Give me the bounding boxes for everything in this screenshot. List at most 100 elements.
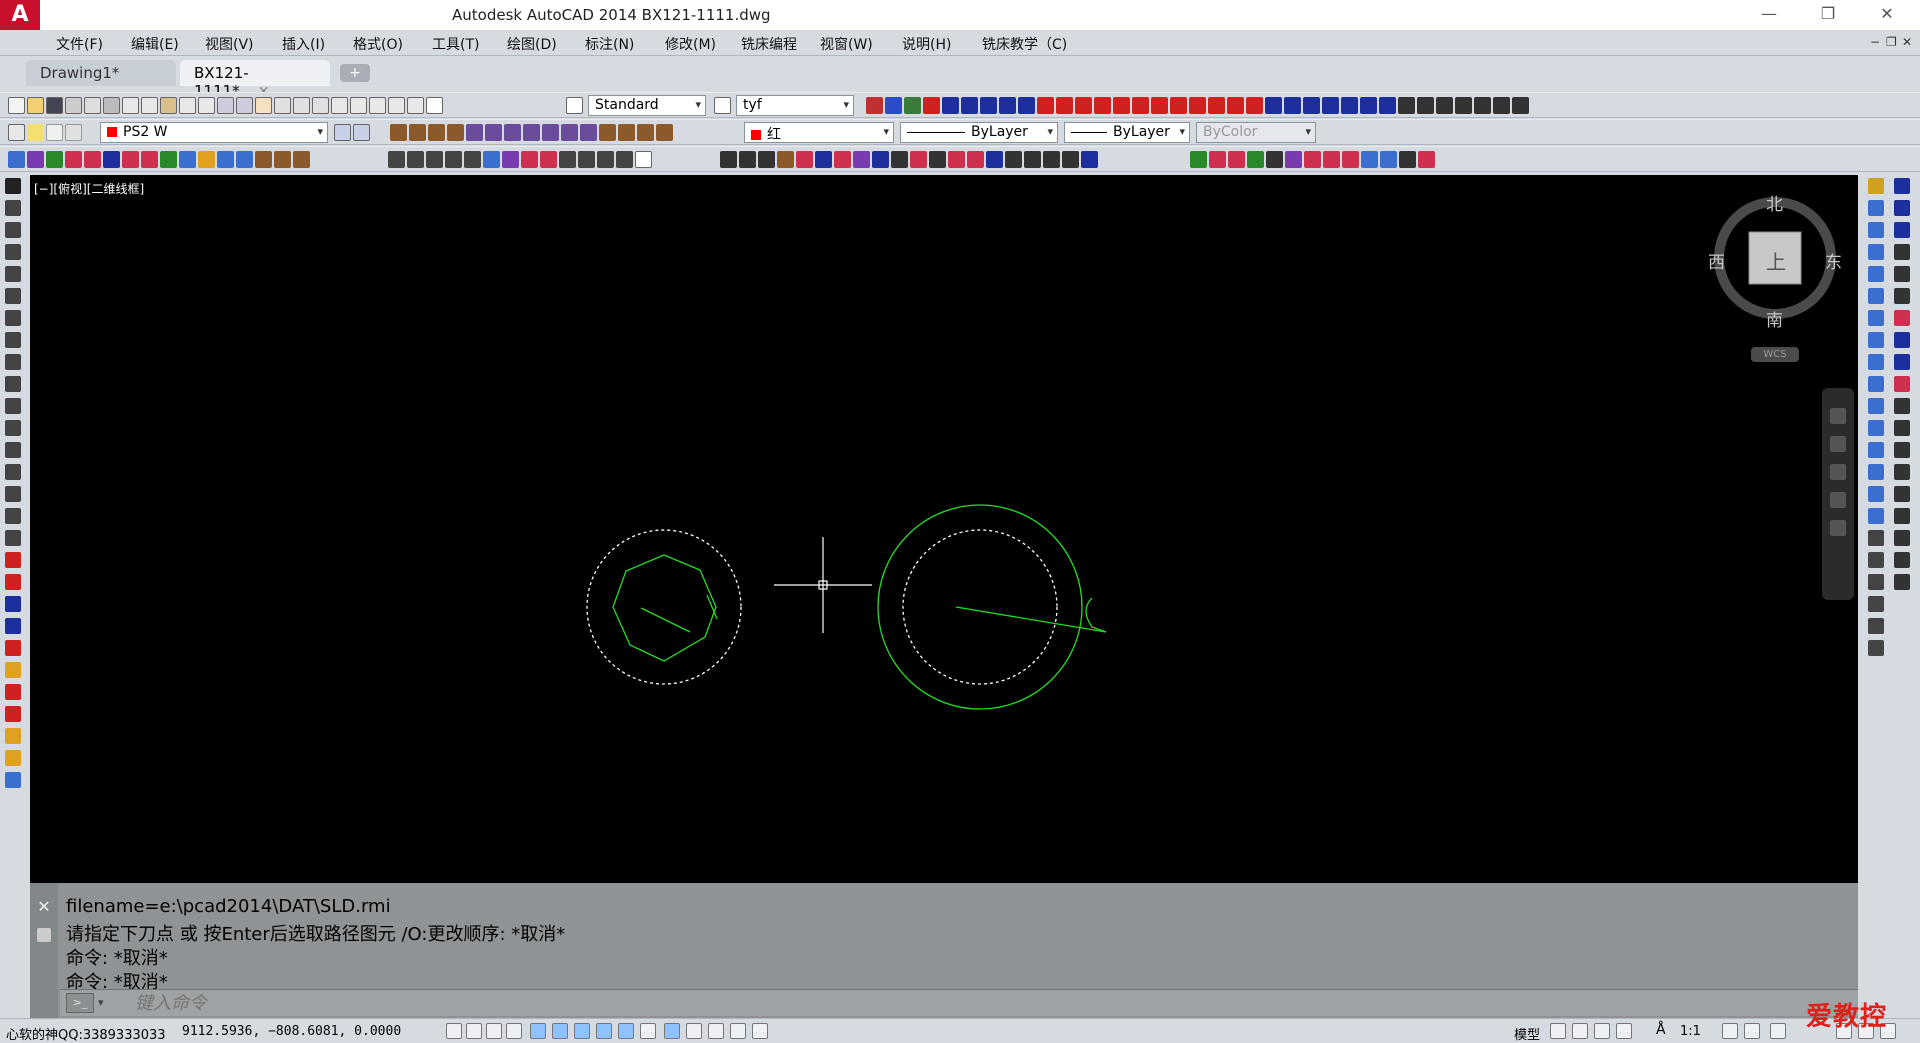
tool-icon[interactable] — [1894, 552, 1910, 568]
3d-tool-icon[interactable] — [390, 124, 407, 141]
mirror-icon[interactable] — [1868, 222, 1884, 238]
milling-tool-icon[interactable] — [1151, 97, 1168, 114]
tool-icon[interactable] — [407, 151, 424, 168]
tool-icon[interactable] — [179, 151, 196, 168]
tool-icon[interactable] — [1304, 151, 1321, 168]
dim-style-icon[interactable] — [714, 97, 731, 114]
3d-tool-icon[interactable] — [504, 124, 521, 141]
tool-icon[interactable] — [1868, 574, 1884, 590]
3d-tool-icon[interactable] — [637, 124, 654, 141]
tool-icon[interactable] — [103, 151, 120, 168]
menu-milling-programming[interactable]: 铣床编程 — [741, 34, 797, 54]
close-button[interactable]: ✕ — [1872, 3, 1902, 25]
tool-icon[interactable] — [445, 151, 462, 168]
copy-icon[interactable] — [141, 97, 158, 114]
tool-icon[interactable] — [65, 151, 82, 168]
milling-tool-icon[interactable] — [1322, 97, 1339, 114]
stretch-icon[interactable] — [1868, 354, 1884, 370]
redo-icon[interactable] — [236, 97, 253, 114]
3d-tool-icon[interactable] — [485, 124, 502, 141]
milling-tool-icon[interactable] — [1436, 97, 1453, 114]
milling-tool-icon[interactable] — [1474, 97, 1491, 114]
navigation-bar[interactable] — [1822, 388, 1854, 600]
tool-icon[interactable] — [122, 151, 139, 168]
restore-button[interactable]: ❐ — [1813, 3, 1843, 25]
color-select[interactable]: 红 ▾ — [744, 122, 894, 143]
steering-wheel-icon[interactable] — [1830, 408, 1846, 424]
tool-icon[interactable] — [1868, 530, 1884, 546]
tool-icon[interactable] — [1894, 376, 1910, 392]
milling-tool-icon[interactable] — [999, 97, 1016, 114]
wcs-menu[interactable]: WCS — [1751, 347, 1799, 362]
tool-icon[interactable] — [1894, 442, 1910, 458]
polar-tracking-icon[interactable] — [530, 1023, 546, 1039]
milling-tool-icon[interactable] — [1113, 97, 1130, 114]
tool-icon[interactable] — [853, 151, 870, 168]
tool-icon[interactable] — [255, 151, 272, 168]
milling-tool-icon[interactable] — [1056, 97, 1073, 114]
3d-tool-icon[interactable] — [409, 124, 426, 141]
milling-tool-icon[interactable] — [885, 97, 902, 114]
tool-icon[interactable] — [777, 151, 794, 168]
tool-icon[interactable] — [948, 151, 965, 168]
arc-icon[interactable] — [5, 288, 21, 304]
tool-icon[interactable] — [910, 151, 927, 168]
circle-icon[interactable] — [5, 310, 21, 326]
properties-icon[interactable] — [331, 97, 348, 114]
tool-icon[interactable] — [1062, 151, 1079, 168]
command-prompt-icon[interactable]: >_ — [66, 993, 94, 1013]
tool-icon[interactable] — [1209, 151, 1226, 168]
command-window-handle[interactable]: ✕ — [30, 883, 58, 1018]
dynamic-input-icon[interactable] — [640, 1023, 656, 1039]
tool-icon[interactable] — [5, 662, 21, 678]
menu-file[interactable]: 文件(F) — [56, 34, 103, 54]
tool-icon[interactable] — [815, 151, 832, 168]
grid-display-icon[interactable] — [486, 1023, 502, 1039]
tool-icon[interactable] — [426, 151, 443, 168]
milling-tool-icon[interactable] — [1170, 97, 1187, 114]
command-input[interactable] — [135, 992, 1735, 1014]
tool-icon[interactable] — [1894, 508, 1910, 524]
polygon-icon[interactable] — [5, 244, 21, 260]
3d-tool-icon[interactable] — [599, 124, 616, 141]
make-current-layer-icon[interactable] — [334, 124, 351, 141]
tool-icon[interactable] — [8, 151, 25, 168]
drawing-canvas[interactable]: [−][俯视][二维线框] — [30, 175, 1858, 883]
milling-tool-icon[interactable] — [1493, 97, 1510, 114]
tab-bx121-1111[interactable]: BX121-1111*✕ — [180, 60, 330, 100]
make-block-icon[interactable] — [5, 442, 21, 458]
milling-tool-icon[interactable] — [942, 97, 959, 114]
tool-icon[interactable] — [540, 151, 557, 168]
tool-icon[interactable] — [5, 728, 21, 744]
layer-freeze-icon[interactable] — [46, 124, 63, 141]
extend-icon[interactable] — [1868, 398, 1884, 414]
milling-tool-icon[interactable] — [1303, 97, 1320, 114]
spline-icon[interactable] — [5, 354, 21, 370]
tool-icon[interactable] — [1894, 398, 1910, 414]
tool-icon[interactable] — [1323, 151, 1340, 168]
lineweight-toggle-icon[interactable] — [664, 1023, 680, 1039]
layer-lock-icon[interactable] — [65, 124, 82, 141]
milling-tool-icon[interactable] — [1512, 97, 1529, 114]
insert-block-icon[interactable] — [5, 420, 21, 436]
help-icon[interactable] — [426, 97, 443, 114]
menu-format[interactable]: 格式(O) — [353, 34, 403, 54]
tool-icon[interactable] — [967, 151, 984, 168]
tool-icon[interactable] — [5, 706, 21, 722]
annotation-visibility-icon[interactable] — [1722, 1023, 1738, 1039]
tool-icon[interactable] — [1868, 596, 1884, 612]
quick-properties-icon[interactable] — [708, 1023, 724, 1039]
tool-icon[interactable] — [217, 151, 234, 168]
tool-icon[interactable] — [1399, 151, 1416, 168]
tool-icon[interactable] — [84, 151, 101, 168]
tool-icon[interactable] — [293, 151, 310, 168]
tool-icon[interactable] — [46, 151, 63, 168]
object-snap-icon[interactable] — [552, 1023, 568, 1039]
tool-icon[interactable] — [1894, 486, 1910, 502]
copy-object-icon[interactable] — [1868, 200, 1884, 216]
tool-icon[interactable] — [1894, 310, 1910, 326]
close-icon[interactable]: ✕ — [30, 897, 58, 916]
milling-tool-icon[interactable] — [1227, 97, 1244, 114]
multiline-text-icon[interactable] — [5, 530, 21, 546]
milling-tool-icon[interactable] — [961, 97, 978, 114]
